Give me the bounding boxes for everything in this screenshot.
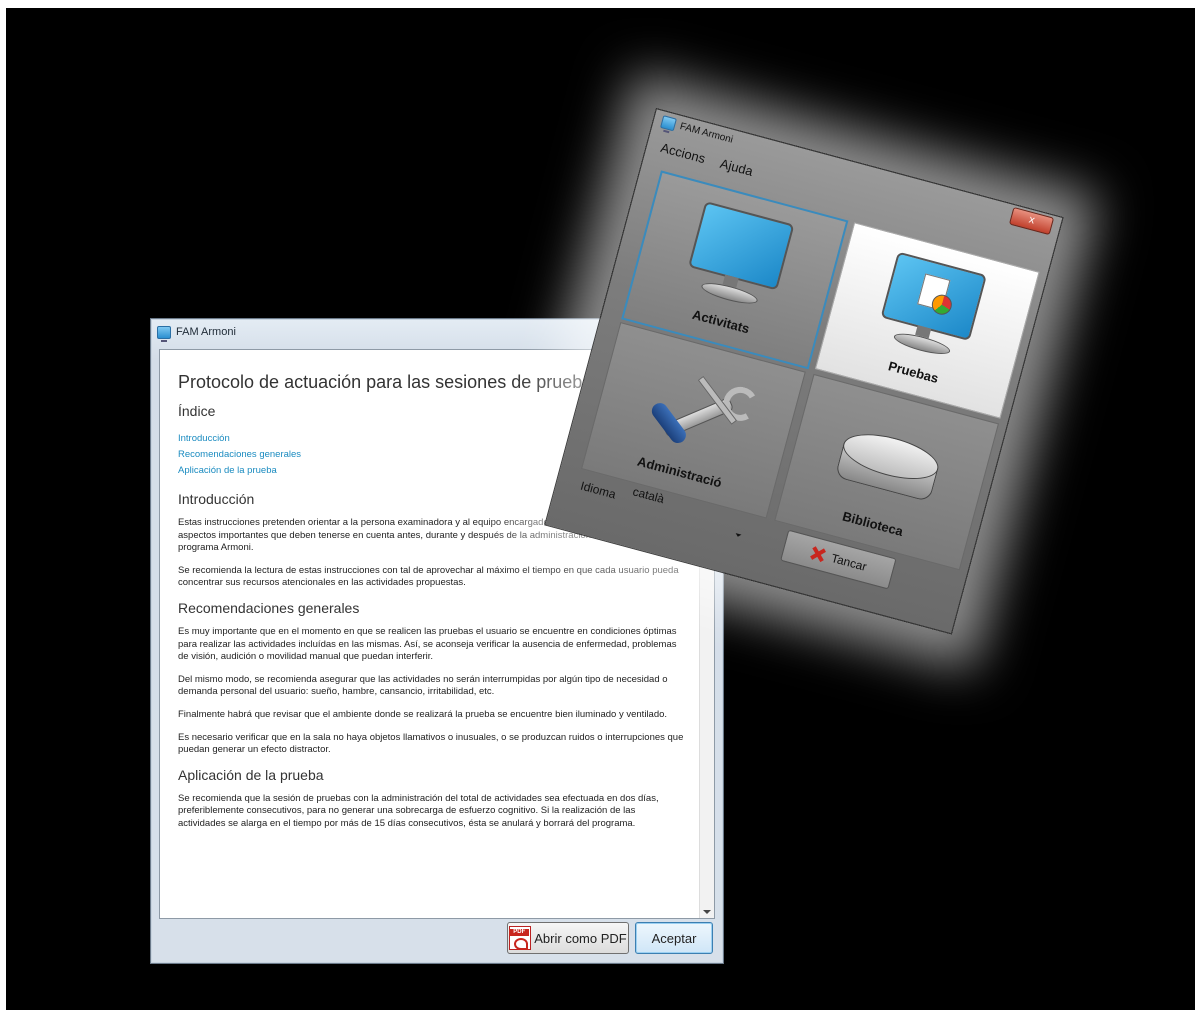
desktop-background: FAM Armoni Protocolo de actuación para l… [6,8,1195,1010]
paragraph: Es necesario verificar que en la sala no… [178,731,684,756]
scroll-down-arrow-icon[interactable] [703,910,711,914]
paragraph: Del mismo modo, se recomienda asegurar q… [178,673,668,698]
window-close-button[interactable]: x [1008,206,1055,236]
menu-item-ajuda[interactable]: Ajuda [719,156,755,179]
paragraph: Es muy importante que en el momento en q… [178,625,677,663]
monitor-icon [681,201,795,318]
accept-button[interactable]: Aceptar [635,922,713,954]
paragraph: Finalmente habrá que revisar que el ambi… [178,708,668,720]
menu-item-accions[interactable]: Accions [659,140,707,166]
red-x-icon [808,545,825,562]
menu-window-title: FAM Armoni [678,121,735,146]
dropdown-arrow-icon [734,533,742,538]
paragraph: Se recomienda que la sesión de pruebas c… [178,792,659,829]
open-as-pdf-label: Abrir como PDF [534,930,627,946]
language-label: Idioma [578,478,618,502]
monitor-chart-icon [873,251,987,369]
app-monitor-icon [660,115,677,132]
hard-drive-icon [824,424,948,520]
close-button-label: Tancar [829,551,869,574]
section-title-aplicacion: Aplicación de la prueba [178,766,324,783]
dialog-titlebar: FAM Armoni [157,323,236,342]
dialog-title: FAM Armoni [176,326,236,338]
app-monitor-icon [157,325,171,342]
section-title-recomendaciones: Recomendaciones generales [178,599,360,616]
pdf-icon: PDF [509,926,532,950]
open-as-pdf-button[interactable]: PDF Abrir como PDF [507,922,629,954]
paragraph: Se recomienda la lectura de estas instru… [178,564,679,589]
accept-label: Aceptar [651,930,697,946]
